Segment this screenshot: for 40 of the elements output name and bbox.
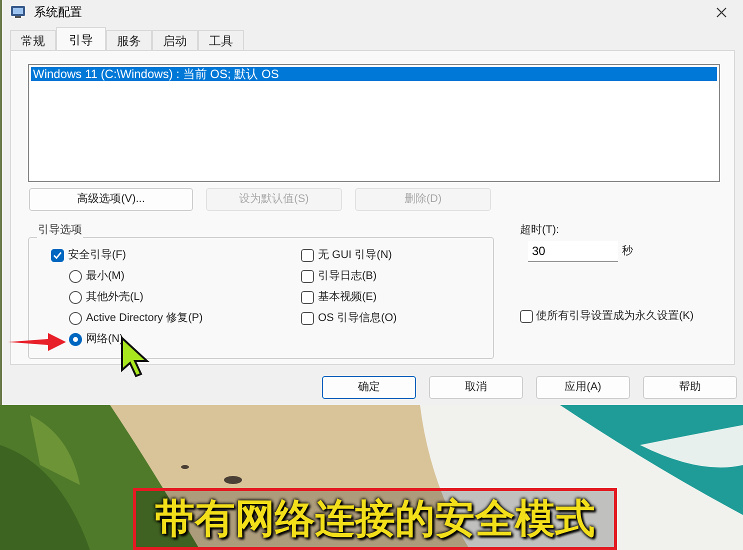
button[interactable]: 确定 [322, 376, 416, 399]
checkbox[interactable] [520, 310, 533, 323]
tab[interactable]: 工具 [198, 30, 244, 50]
timeout-label: 超时(T): [520, 223, 560, 238]
tab[interactable]: 启动 [152, 30, 198, 50]
tab[interactable]: 服务 [106, 30, 152, 50]
tab[interactable]: 引导 [56, 27, 106, 51]
option-label: 无 GUI 引导(N) [318, 248, 392, 263]
option-label: 安全引导(F) [68, 248, 126, 263]
button[interactable]: 高级选项(V)... [29, 188, 193, 211]
option-label: 最小(M) [86, 268, 124, 284]
close-icon[interactable] [716, 6, 727, 18]
monitor-icon [10, 5, 26, 19]
option-label: Active Directory 修复(P) [86, 310, 203, 326]
option-label: 引导日志(B) [318, 268, 377, 284]
boot-list[interactable]: Windows 11 (C:\Windows) : 当前 OS; 默认 OS [28, 64, 720, 182]
radio-button[interactable] [69, 312, 82, 324]
button[interactable]: 应用(A) [536, 376, 630, 399]
checkbox-label: 使所有引导设置成为永久设置(K) [536, 309, 694, 323]
radio-button[interactable] [69, 290, 82, 304]
option-label: 其他外壳(L) [86, 290, 144, 305]
button[interactable]: 取消 [429, 376, 523, 399]
checkbox[interactable] [301, 270, 314, 282]
list-item[interactable]: Windows 11 (C:\Windows) : 当前 OS; 默认 OS [31, 67, 717, 81]
radio-button[interactable] [69, 332, 82, 346]
group-title: 引导选项 [37, 222, 83, 238]
button: 设为默认值(S) [206, 188, 342, 211]
button: 删除(D) [355, 188, 491, 211]
window-title: 系统配置 [34, 4, 82, 21]
button[interactable]: 帮助 [643, 376, 737, 399]
timeout-field[interactable]: 30 [528, 241, 618, 262]
checkbox[interactable] [51, 248, 64, 262]
radio-button[interactable] [69, 270, 82, 282]
checkbox[interactable] [301, 290, 314, 304]
option-label: 基本视频(E) [318, 290, 377, 305]
checkbox[interactable] [301, 248, 314, 262]
tab[interactable]: 常规 [10, 30, 56, 50]
unit-label: 秒 [622, 244, 633, 260]
option-label: OS 引导信息(O) [318, 310, 397, 326]
checkbox[interactable] [301, 312, 314, 324]
